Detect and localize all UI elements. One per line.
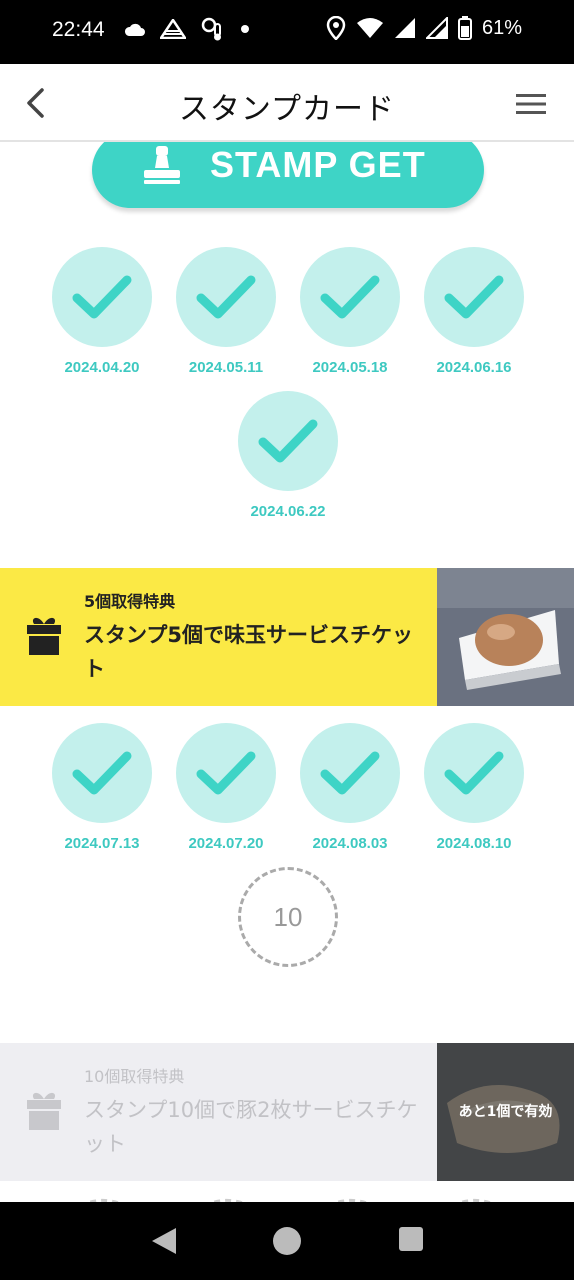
stamp-circle <box>52 247 152 347</box>
stamp-circle <box>238 391 338 491</box>
stamp-date: 2024.04.20 <box>64 359 140 376</box>
stamp-date: 2024.08.10 <box>436 835 512 852</box>
reward-title: スタンプ5個で味玉サービスチケット <box>84 623 413 681</box>
checkmark-icon <box>72 751 132 795</box>
pork-slices-photo: あと1個で有効 <box>437 1043 574 1181</box>
reward-ticket-5[interactable]: 5個取得特典 スタンプ5個で味玉サービスチケット <box>0 568 574 706</box>
mountain-icon <box>160 19 186 39</box>
signal-icon <box>394 18 415 38</box>
stamp-card-content[interactable]: STAMP GET 2024.04.20 2024.05.11 2024.05.… <box>0 142 574 1202</box>
stamp-slot: 2024.08.03 <box>288 723 412 852</box>
nav-recents-icon[interactable] <box>398 1226 424 1252</box>
cloud-icon <box>124 23 145 36</box>
dot-icon <box>241 25 249 33</box>
reward-title: スタンプ10個で豚2枚サービスチケット <box>84 1098 418 1156</box>
reward-subtitle: 10個取得特典 <box>84 1067 185 1086</box>
stamp-date: 2024.05.18 <box>312 359 388 376</box>
hamburger-menu-icon[interactable] <box>516 92 546 116</box>
stamp-circle <box>52 723 152 823</box>
stamp-slot: 2024.07.20 <box>164 723 288 852</box>
checkmark-icon <box>196 275 256 319</box>
checkmark-icon <box>72 275 132 319</box>
checkmark-icon <box>320 751 380 795</box>
stamp-circle <box>176 247 276 347</box>
stamp-date: 2024.07.13 <box>64 835 140 852</box>
empty-stamp-number: 10 <box>238 867 338 967</box>
egg-image-icon <box>437 568 574 706</box>
next-row-hint <box>85 1198 493 1202</box>
stamp-circle <box>424 247 524 347</box>
seasoned-egg-photo <box>437 568 574 706</box>
status-left-icons <box>124 16 250 42</box>
stamp-circle <box>424 723 524 823</box>
signal2-icon <box>425 17 448 39</box>
reward-text-area: 10個取得特典 スタンプ10個で豚2枚サービスチケット <box>0 1043 437 1181</box>
system-nav-bar <box>0 1202 574 1280</box>
stamp-slot: 2024.05.11 <box>164 247 288 376</box>
weather-temp-icon <box>201 17 221 41</box>
stamp-slot: 2024.05.18 <box>288 247 412 376</box>
stamp-grid-2: 2024.07.13 2024.07.20 2024.08.03 2024.08… <box>40 723 536 1003</box>
checkmark-icon <box>444 275 504 319</box>
stamp-get-label: STAMP GET <box>210 144 426 185</box>
checkmark-icon <box>320 275 380 319</box>
stamp-icon <box>144 146 180 184</box>
stamp-get-button[interactable]: STAMP GET <box>92 142 484 208</box>
location-icon <box>326 16 346 40</box>
stamp-date: 2024.06.22 <box>250 503 326 520</box>
stamp-circle <box>300 247 400 347</box>
app-header: スタンプカード <box>0 64 574 142</box>
checkmark-icon <box>444 751 504 795</box>
stamp-slot: 2024.06.22 <box>226 391 350 520</box>
status-bar: 22:44 61% <box>0 0 574 64</box>
reward-subtitle: 5個取得特典 <box>84 592 176 611</box>
stamp-circle <box>176 723 276 823</box>
stamp-date: 2024.08.03 <box>312 835 388 852</box>
stamp-slot: 2024.07.13 <box>40 723 164 852</box>
stamp-slot: 2024.06.16 <box>412 247 536 376</box>
battery-icon <box>457 16 472 40</box>
wifi-icon <box>356 18 383 38</box>
stamp-slot: 2024.04.20 <box>40 247 164 376</box>
nav-home-icon[interactable] <box>272 1226 302 1256</box>
reward-text-area: 5個取得特典 スタンプ5個で味玉サービスチケット <box>0 568 437 706</box>
reward-ticket-10[interactable]: 10個取得特典 スタンプ10個で豚2枚サービスチケット あと1個で有効 <box>0 1043 574 1181</box>
stamp-slot: 2024.08.10 <box>412 723 536 852</box>
stamp-slot-empty: 10 <box>226 867 350 967</box>
stamp-grid-1: 2024.04.20 2024.05.11 2024.05.18 2024.06… <box>40 247 536 527</box>
checkmark-icon <box>196 751 256 795</box>
stamp-date: 2024.06.16 <box>436 359 512 376</box>
gift-icon <box>27 617 61 655</box>
status-time: 22:44 <box>52 18 105 41</box>
nav-back-icon[interactable] <box>150 1226 178 1256</box>
gift-icon <box>27 1092 61 1130</box>
stamp-circle <box>300 723 400 823</box>
checkmark-icon <box>258 419 318 463</box>
reward-remaining-overlay: あと1個で有効 <box>437 1043 574 1181</box>
stamp-date: 2024.05.11 <box>188 359 264 376</box>
battery-percent: 61% <box>481 16 522 39</box>
page-title: スタンプカード <box>178 92 396 127</box>
status-right-icons: 61% <box>326 16 522 40</box>
stamp-date: 2024.07.20 <box>188 835 264 852</box>
